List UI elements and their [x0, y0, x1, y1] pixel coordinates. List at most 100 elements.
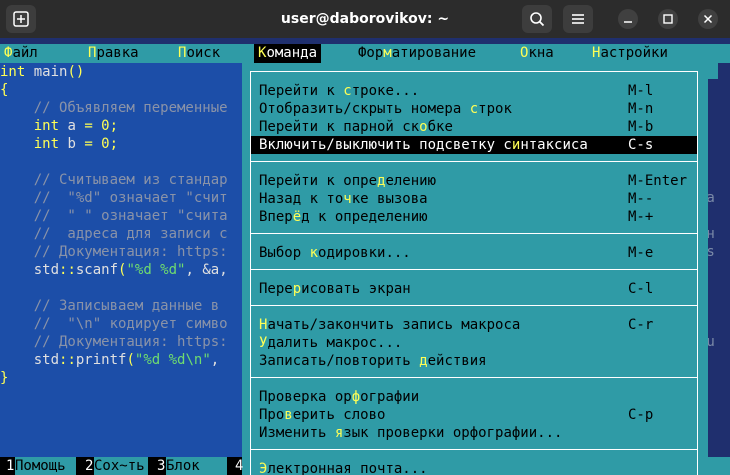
menu-option-label: Удалить макрос... [259, 334, 402, 352]
menu-option-label-part: Перейти к [259, 83, 344, 99]
menu-option-back-to-call[interactable]: Назад к точке вызова M-- [251, 190, 697, 208]
menu-option-hotkey-letter: ф [351, 389, 361, 405]
menu-separator [250, 449, 698, 450]
code-line: } [0, 369, 8, 387]
code-line: // Документация: https: [0, 333, 228, 351]
menu-option-label-part: далить макрос... [267, 335, 403, 351]
terminal[interactable]: Файл Правка Поиск Команда Форматирование Окна… [0, 38, 730, 475]
menu-option-shortcut: C-s [628, 137, 654, 153]
code-editor[interactable]: int main(){ // Объявляем переменные int … [0, 63, 242, 457]
code-token: = [84, 118, 93, 134]
menu-option-hotkey-letter: о [419, 119, 428, 135]
fkey-button-2[interactable]: Сох~ть [94, 457, 148, 475]
maximize-button[interactable] [658, 9, 678, 29]
menu-option-label-part: ействия [427, 353, 487, 369]
menu-option-shortcut: C-r [628, 317, 654, 333]
menu-option-choose-encoding[interactable]: Выбор кодировки... M-e [251, 244, 697, 262]
menu-option-label-part: Изменить [259, 425, 335, 441]
fkey-number: 2 [85, 458, 94, 474]
menu-label-part: астройки [600, 45, 668, 61]
menu-option-redraw-screen[interactable]: Перерисовать экран C-l [251, 280, 697, 298]
menu-option-hotkey-letter: с [343, 83, 352, 99]
menu-option-hotkey-letter: ё [292, 209, 302, 225]
code-token: } [0, 370, 9, 386]
menu-option-spell-check[interactable]: Проверка орфографии [251, 388, 697, 406]
menu-option-label-part: троке... [351, 83, 420, 99]
code-token: :: [59, 262, 76, 278]
menu-item-3[interactable]: Команда [254, 44, 322, 63]
menu-option-label-part: бке [427, 119, 453, 135]
menu-option-label: Выбор кодировки... [259, 244, 411, 262]
menu-button[interactable] [563, 5, 593, 33]
fkey-button-3[interactable]: Блок [166, 457, 227, 475]
code-token: ; [109, 136, 119, 152]
menu-item-2[interactable]: Поиск [178, 44, 220, 63]
fkey-button-1[interactable]: Помощь [15, 457, 76, 475]
menu-option-label-part: Выбор [259, 245, 310, 261]
menu-option-label-part: Отобразить/скрыть номера [259, 101, 470, 117]
code-line: // Документация: https: [0, 243, 228, 261]
menu-option-label-part: нтаксиса [520, 137, 588, 153]
menu-item-4[interactable]: Форматирование [358, 44, 476, 63]
menu-option-goto-definition[interactable]: Перейти к определению M-Enter [251, 172, 697, 190]
menu-option-label-part: Перейти к опре [259, 173, 378, 189]
menu-option-label: Назад к точке вызова [259, 190, 428, 208]
menu-label-part: атирование [391, 45, 477, 61]
menu-item-5[interactable]: Окна [520, 44, 554, 63]
menu-option-start-stop-macro[interactable]: Начать/закончить запись макроса C-r [251, 316, 697, 334]
close-button[interactable] [698, 9, 718, 29]
code-line: // Записываем данные в [0, 297, 219, 315]
menu-option-hotkey-letter: ч [343, 191, 352, 207]
code-token: std [0, 262, 60, 278]
menu-option-goto-line[interactable]: Перейти к строке... M-l [251, 82, 697, 100]
menu-option-label-part: Проверка ор [259, 389, 352, 405]
menu-item-0[interactable]: Файл [4, 44, 38, 63]
close-icon [703, 14, 713, 24]
menu-label-part: оманда [266, 45, 318, 61]
menu-option-toggle-line-numbers[interactable]: Отобразить/скрыть номера строк M-n [251, 100, 697, 118]
code-token: "%d %d\n" [134, 352, 211, 368]
menu-option-label-part: Назад к то [259, 191, 344, 207]
menu-option-toggle-syntax-highlight[interactable]: Включить/выключить подсветку синтаксиса C… [251, 136, 697, 154]
code-token: 0 [92, 136, 110, 152]
menu-option-shortcut: M-Enter [628, 173, 688, 189]
menu-option-hotkey-letter: р [292, 281, 302, 297]
menu-separator [250, 377, 698, 378]
command-menu-dropdown: Перейти к строке... M-l Отобразить/скрыть … [242, 63, 708, 475]
menu-option-shortcut: C-p [628, 407, 654, 423]
code-token: main [25, 64, 68, 80]
search-button[interactable] [522, 5, 552, 33]
menu-option-hotkey-letter: с [469, 101, 479, 117]
menu-option-delete-macro[interactable]: Удалить макрос... [251, 334, 697, 352]
menu-option-forward-to-definition[interactable]: Вперёд к определению M-+ [251, 208, 697, 226]
code-token: // Считываем из стандар [0, 172, 228, 188]
fkey-number: 1 [6, 458, 15, 474]
code-token: 0 [92, 118, 110, 134]
code-token: // "%d" означает "счит [0, 190, 228, 206]
menu-option-label: Перейти к парной скобке [259, 118, 453, 136]
menu-option-record-repeat-actions[interactable]: Записать/повторить действия [251, 352, 697, 370]
minimize-button[interactable] [618, 9, 638, 29]
menu-option-shortcut: M-l [628, 83, 654, 99]
maximize-icon [663, 14, 673, 24]
menu-separator [250, 161, 698, 162]
menu-option-email[interactable]: Электронная почта... [251, 460, 697, 475]
menu-option-shortcut: M-e [628, 245, 654, 261]
code-line: // "\n" кодирует симво [0, 315, 228, 333]
menu-option-label-part: ографии [360, 389, 420, 405]
menu-option-label-part: д к определению [301, 209, 428, 225]
menu-separator [250, 269, 698, 270]
fkey-button-4[interactable] [244, 457, 248, 475]
menu-item-6[interactable]: Настройки [592, 44, 668, 63]
code-token: b [59, 136, 85, 152]
menu-option-label: Изменить язык проверки орфографии... [259, 424, 562, 442]
menu-option-change-spell-language[interactable]: Изменить язык проверки орфографии... [251, 424, 697, 442]
code-token: // " " означает "счита [0, 208, 228, 224]
menu-option-label-part: Про [259, 407, 285, 423]
menu-option-hotkey-letter: в [284, 407, 293, 423]
search-icon [530, 12, 545, 27]
menu-option-check-word[interactable]: Проверить слово C-p [251, 406, 697, 424]
menu-option-goto-matching-bracket[interactable]: Перейти к парной скобке M-b [251, 118, 697, 136]
menu-item-1[interactable]: Правка [88, 44, 139, 63]
menu-option-shortcut: C-l [628, 281, 654, 297]
